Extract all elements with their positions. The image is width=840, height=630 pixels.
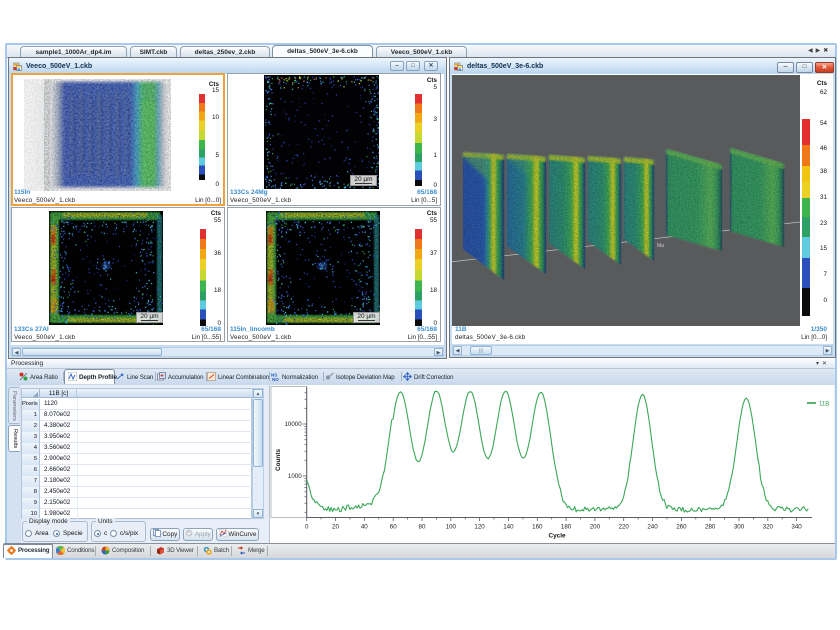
svg-text:260: 260 bbox=[676, 524, 687, 531]
svg-text:Counts: Counts bbox=[275, 449, 282, 471]
svg-text:Ma: Ma bbox=[657, 243, 664, 249]
svg-text:1000: 1000 bbox=[288, 473, 302, 480]
svg-text:0: 0 bbox=[305, 524, 309, 531]
svg-text:160: 160 bbox=[532, 524, 543, 531]
svg-text:340: 340 bbox=[791, 524, 802, 531]
svg-text:20: 20 bbox=[332, 524, 339, 531]
svg-text:100: 100 bbox=[446, 524, 457, 531]
svg-text:60: 60 bbox=[390, 524, 397, 531]
svg-text:NO: NO bbox=[272, 377, 279, 381]
svg-text:120: 120 bbox=[474, 524, 485, 531]
svg-text:240: 240 bbox=[647, 524, 658, 531]
svg-text:180: 180 bbox=[561, 524, 572, 531]
svg-text:320: 320 bbox=[763, 524, 774, 531]
svg-text:80: 80 bbox=[419, 524, 426, 531]
svg-text:300: 300 bbox=[734, 524, 745, 531]
svg-text:Cycle: Cycle bbox=[548, 533, 565, 540]
svg-text:220: 220 bbox=[619, 524, 630, 531]
svg-text:140: 140 bbox=[503, 524, 514, 531]
svg-text:200: 200 bbox=[590, 524, 601, 531]
svg-text:10000: 10000 bbox=[284, 421, 302, 428]
svg-text:280: 280 bbox=[705, 524, 716, 531]
svg-text:11B: 11B bbox=[819, 402, 829, 408]
svg-text:40: 40 bbox=[361, 524, 368, 531]
